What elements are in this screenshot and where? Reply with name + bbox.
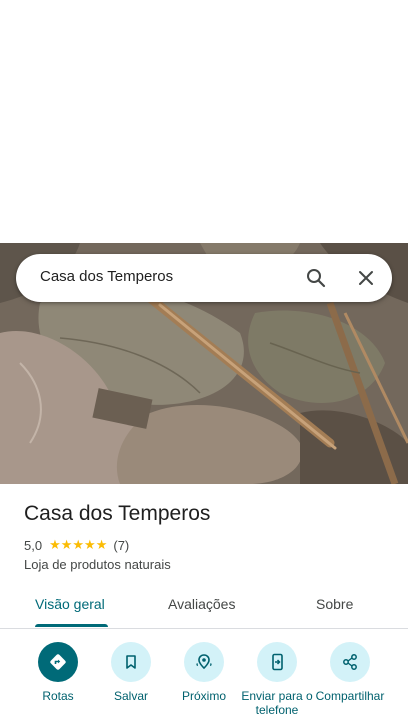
tab-bar: Visão geral Avaliações Sobre bbox=[0, 584, 408, 629]
search-input[interactable]: Casa dos Temperos bbox=[40, 268, 173, 285]
share-label: Compartilhar bbox=[315, 689, 385, 703]
directions-icon bbox=[50, 654, 66, 670]
place-category: Loja de produtos naturais bbox=[24, 557, 171, 572]
nearby-button[interactable]: Próximo bbox=[164, 642, 244, 703]
place-title: Casa dos Temperos bbox=[24, 502, 211, 525]
share-button[interactable]: Compartilhar bbox=[310, 642, 390, 703]
send-to-phone-button[interactable]: Enviar para o telefone bbox=[237, 642, 317, 717]
search-icon[interactable] bbox=[304, 266, 328, 290]
directions-button[interactable]: Rotas bbox=[18, 642, 98, 703]
rating-value: 5,0 bbox=[24, 537, 43, 553]
save-label: Salvar bbox=[113, 689, 148, 703]
nearby-icon bbox=[196, 654, 212, 670]
nearby-label: Próximo bbox=[181, 689, 226, 703]
star-rating: ★★★★★ bbox=[49, 537, 108, 552]
close-icon[interactable] bbox=[354, 266, 378, 290]
send-to-phone-icon bbox=[272, 653, 283, 671]
tab-overview[interactable]: Visão geral bbox=[35, 596, 105, 612]
directions-label: Rotas bbox=[42, 689, 74, 703]
bookmark-icon bbox=[126, 655, 136, 669]
review-count: (7) bbox=[113, 537, 130, 553]
active-tab-indicator bbox=[35, 624, 108, 627]
tab-reviews[interactable]: Avaliações bbox=[168, 596, 235, 612]
rating-row[interactable]: 5,0 ★★★★★ (7) bbox=[24, 537, 129, 553]
save-button[interactable]: Salvar bbox=[91, 642, 171, 703]
search-bar[interactable]: Casa dos Temperos bbox=[16, 254, 392, 302]
tab-about[interactable]: Sobre bbox=[316, 596, 353, 612]
send-to-phone-label: Enviar para o telefone bbox=[241, 689, 313, 717]
share-icon bbox=[343, 654, 357, 670]
